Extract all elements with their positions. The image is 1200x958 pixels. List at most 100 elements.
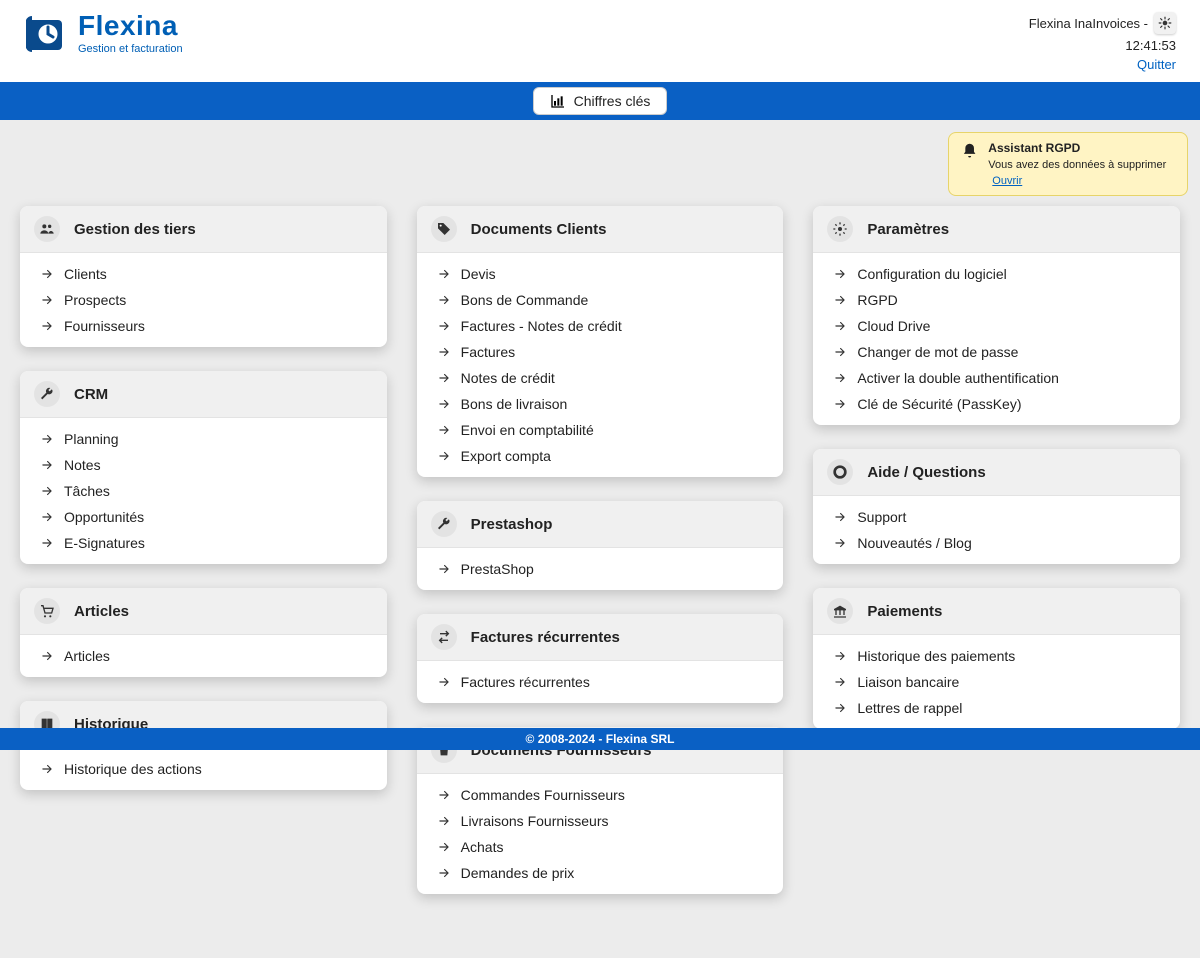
key-figures-button[interactable]: Chiffres clés (533, 87, 668, 115)
arrow-right-icon (40, 484, 54, 498)
menu-item[interactable]: Changer de mot de passe (813, 339, 1180, 365)
card-title: CRM (74, 386, 108, 403)
gear-icon (827, 216, 853, 242)
menu-item[interactable]: Liaison bancaire (813, 669, 1180, 695)
menu-item-label: Opportunités (64, 509, 144, 525)
arrow-right-icon (833, 675, 847, 689)
menu-item[interactable]: Clé de Sécurité (PassKey) (813, 391, 1180, 417)
card-list: PrestaShop (417, 548, 784, 590)
menu-item-label: RGPD (857, 292, 897, 308)
menu-item[interactable]: Achats (417, 834, 784, 860)
menu-item-label: Livraisons Fournisseurs (461, 813, 609, 829)
arrow-right-icon (437, 267, 451, 281)
menu-item[interactable]: Planning (20, 426, 387, 452)
menu-item[interactable]: Factures récurrentes (417, 669, 784, 695)
sun-icon (1158, 16, 1172, 30)
menu-item[interactable]: Export compta (417, 443, 784, 469)
card-list: Factures récurrentes (417, 661, 784, 703)
menu-item-label: Factures (461, 344, 515, 360)
card-params: ParamètresConfiguration du logicielRGPDC… (813, 206, 1180, 425)
menu-item[interactable]: Historique des actions (20, 756, 387, 782)
menu-item[interactable]: Fournisseurs (20, 313, 387, 339)
rgpd-alert: Assistant RGPD Vous avez des données à s… (948, 132, 1188, 196)
menu-item[interactable]: RGPD (813, 287, 1180, 313)
menu-item[interactable]: Bons de Commande (417, 287, 784, 313)
card-list: Clients Prospects Fournisseurs (20, 253, 387, 347)
arrow-right-icon (40, 762, 54, 776)
menu-item-label: Fournisseurs (64, 318, 145, 334)
menu-item[interactable]: Articles (20, 643, 387, 669)
card-list: DevisBons de CommandeFactures - Notes de… (417, 253, 784, 477)
menu-item-label: Factures récurrentes (461, 674, 590, 690)
arrow-right-icon (833, 701, 847, 715)
people-icon (34, 216, 60, 242)
menu-item[interactable]: Livraisons Fournisseurs (417, 808, 784, 834)
card-title: Paiements (867, 603, 942, 620)
logo-tagline: Gestion et facturation (78, 44, 183, 55)
arrow-right-icon (833, 649, 847, 663)
arrow-right-icon (833, 397, 847, 411)
arrow-right-icon (437, 840, 451, 854)
menu-item[interactable]: Tâches (20, 478, 387, 504)
menu-item[interactable]: Nouveautés / Blog (813, 530, 1180, 556)
card-header-crm: CRM (20, 371, 387, 418)
menu-item[interactable]: Notes de crédit (417, 365, 784, 391)
menu-item[interactable]: Cloud Drive (813, 313, 1180, 339)
menu-item-label: Planning (64, 431, 119, 447)
menu-item[interactable]: Activer la double authentification (813, 365, 1180, 391)
card-recur: Factures récurrentesFactures récurrentes (417, 614, 784, 703)
menu-item-label: Historique des paiements (857, 648, 1015, 664)
alert-open-link[interactable]: Ouvrir (992, 175, 1022, 187)
menu-item[interactable]: Factures - Notes de crédit (417, 313, 784, 339)
current-user-label: Flexina InaInvoices - (1029, 16, 1148, 31)
arrow-right-icon (833, 267, 847, 281)
card-header-params: Paramètres (813, 206, 1180, 253)
card-header-tiers: Gestion des tiers (20, 206, 387, 253)
menu-item-label: Clients (64, 266, 107, 282)
menu-item-label: Articles (64, 648, 110, 664)
card-articles: ArticlesArticles (20, 588, 387, 677)
card-list: Articles (20, 635, 387, 677)
logo[interactable]: Flexina Gestion et facturation (24, 12, 183, 55)
menu-item[interactable]: Demandes de prix (417, 860, 784, 886)
arrow-right-icon (833, 510, 847, 524)
menu-item-label: Tâches (64, 483, 110, 499)
menu-item[interactable]: Support (813, 504, 1180, 530)
menu-item[interactable]: Prospects (20, 287, 387, 313)
menu-item[interactable]: Historique des paiements (813, 643, 1180, 669)
menu-item[interactable]: PrestaShop (417, 556, 784, 582)
card-crm: CRM Planning Notes Tâches Opportunités E-Sign… (20, 371, 387, 564)
menu-item-label: Bons de livraison (461, 396, 568, 412)
logo-name: Flexina (78, 12, 183, 40)
arrow-right-icon (40, 510, 54, 524)
menu-item[interactable]: Opportunités (20, 504, 387, 530)
menu-item[interactable]: Bons de livraison (417, 391, 784, 417)
menu-item[interactable]: Notes (20, 452, 387, 478)
footer: © 2008-2024 - Flexina SRL (0, 728, 1200, 750)
menu-item[interactable]: Lettres de rappel (813, 695, 1180, 721)
menu-item[interactable]: Factures (417, 339, 784, 365)
card-header-presta: Prestashop (417, 501, 784, 548)
card-header-help: Aide / Questions (813, 449, 1180, 496)
menu-item-label: Clé de Sécurité (PassKey) (857, 396, 1021, 412)
theme-toggle-button[interactable] (1154, 12, 1176, 34)
arrow-right-icon (833, 293, 847, 307)
card-title: Aide / Questions (867, 464, 985, 481)
card-docsupp: Documents FournisseursCommandes Fourniss… (417, 727, 784, 894)
bell-icon (961, 141, 978, 161)
card-docclient: Documents ClientsDevisBons de CommandeFa… (417, 206, 784, 477)
menu-item[interactable]: Clients (20, 261, 387, 287)
card-list: Historique des actions (20, 748, 387, 790)
menu-item[interactable]: Commandes Fournisseurs (417, 782, 784, 808)
menu-item[interactable]: Configuration du logiciel (813, 261, 1180, 287)
logout-link[interactable]: Quitter (1137, 57, 1176, 72)
card-list: Configuration du logiciel RGPD Cloud Drive… (813, 253, 1180, 425)
alert-message: Vous avez des données à supprimer (988, 159, 1166, 171)
card-title: Gestion des tiers (74, 221, 196, 238)
flexina-logo-icon (24, 14, 68, 54)
menu-item-label: Notes (64, 457, 101, 473)
arrow-right-icon (40, 319, 54, 333)
menu-item[interactable]: E-Signatures (20, 530, 387, 556)
menu-item[interactable]: Devis (417, 261, 784, 287)
menu-item[interactable]: Envoi en comptabilité (417, 417, 784, 443)
